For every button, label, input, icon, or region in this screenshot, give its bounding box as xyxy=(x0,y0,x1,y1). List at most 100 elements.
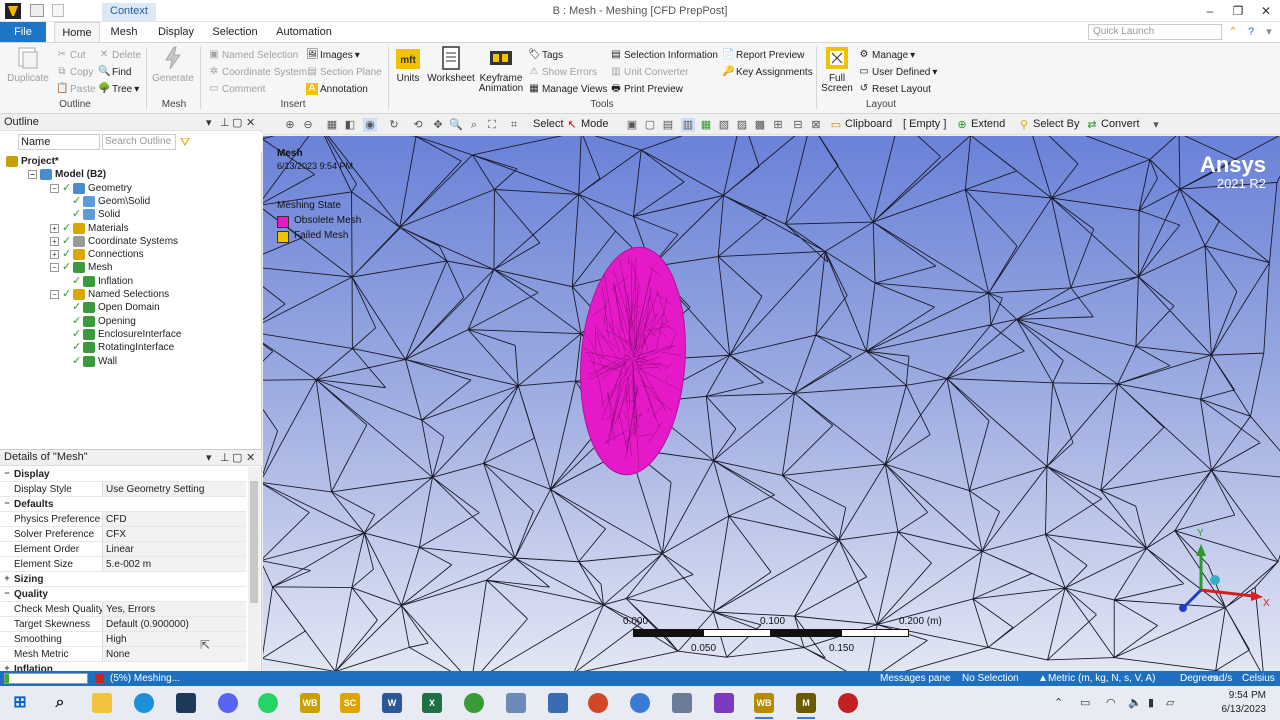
discord-icon[interactable] xyxy=(218,693,238,713)
mode-button[interactable]: Mode xyxy=(581,118,609,130)
meshing-icon[interactable]: M xyxy=(796,693,816,713)
convert-button[interactable]: Convert xyxy=(1101,118,1140,130)
extend-icon[interactable]: ⊕ xyxy=(955,118,969,132)
clipboard-button[interactable]: Clipboard xyxy=(845,118,892,130)
name-filter-select[interactable]: Name xyxy=(18,134,100,150)
expand-toggle-icon[interactable]: + xyxy=(50,223,59,233)
paint-icon[interactable] xyxy=(630,693,650,713)
close-icon[interactable]: ✕ xyxy=(246,116,255,129)
named-selection-button[interactable]: ▣ Named Selection xyxy=(208,49,298,61)
clipboard-icon[interactable]: ▭ xyxy=(829,118,843,132)
paste-button[interactable]: 📋 Paste xyxy=(56,83,96,95)
context-tab[interactable]: Context xyxy=(102,3,156,21)
rads-status[interactable]: rad/s xyxy=(1210,671,1232,686)
zoom-box-icon[interactable]: ⌕ xyxy=(467,118,481,132)
units-status[interactable]: Metric (m, kg, N, s, V, A) xyxy=(1048,671,1155,686)
print-preview-button[interactable]: 🖶 Print Preview xyxy=(610,83,683,95)
tree-item[interactable]: − Model (B2) xyxy=(28,168,106,181)
minimize-button[interactable]: – xyxy=(1196,2,1224,20)
search-icon[interactable]: ⌕ xyxy=(50,693,70,713)
tab-display[interactable]: Display xyxy=(152,22,200,42)
messages-pane-button[interactable]: Messages pane xyxy=(880,671,951,686)
expand-toggle-icon[interactable]: − xyxy=(3,589,11,598)
notification-icon[interactable]: ▭ xyxy=(1080,696,1090,709)
pin-icon[interactable]: ⊥ xyxy=(220,451,230,464)
quick-access-icon[interactable] xyxy=(52,4,64,17)
pin-icon[interactable]: ⊥ xyxy=(220,116,230,129)
manage-button[interactable]: ⚙ Manage ▾ xyxy=(858,49,916,61)
units-button[interactable]: mft Units xyxy=(392,45,424,84)
select-mesh-icon[interactable]: ▨ xyxy=(735,118,749,132)
tree-item[interactable]: ✓ Geom\Solid xyxy=(72,195,150,208)
section-plane-button[interactable]: ▤ Section Plane xyxy=(306,66,381,78)
tree-item[interactable]: + ✓ Coordinate Systems xyxy=(50,235,178,248)
tree-item[interactable]: ✓ Solid xyxy=(72,208,120,221)
zoom-extents-icon[interactable]: ⌗ xyxy=(507,118,521,132)
scrollbar-thumb[interactable] xyxy=(250,481,258,603)
rotate-icon[interactable]: ↻ xyxy=(387,118,401,132)
details-scrollbar[interactable] xyxy=(248,467,260,671)
property-value[interactable]: CFX xyxy=(102,527,246,541)
maximize-icon[interactable]: ▢ xyxy=(232,116,242,129)
tag-select-icon[interactable]: ⊟ xyxy=(791,118,805,132)
rotate-view-icon[interactable]: ⟲ xyxy=(411,118,425,132)
tree-item[interactable]: ✓ RotatingInterface xyxy=(72,341,174,354)
tree-item[interactable]: − ✓ Mesh xyxy=(50,261,112,274)
details-property-row[interactable]: Check Mesh Quality Yes, Errors xyxy=(0,602,246,617)
zoom-fit-icon[interactable]: ⛶ xyxy=(485,118,499,132)
duplicate-button[interactable]: Duplicate xyxy=(6,45,50,84)
stop-icon[interactable] xyxy=(95,674,104,683)
celsius-status[interactable]: Celsius xyxy=(1242,671,1275,686)
pointer-icon[interactable]: ↖ xyxy=(565,118,579,132)
details-property-row[interactable]: Solver Preference CFX xyxy=(0,527,246,542)
graphics-viewport[interactable]: Mesh 6/13/2023 9:54 PM Meshing State Obs… xyxy=(263,136,1280,671)
convert-icon[interactable]: ⇄ xyxy=(1085,118,1099,132)
coordinate-system-button[interactable]: ✲ Coordinate System xyxy=(208,66,307,78)
tab-file[interactable]: File xyxy=(0,22,46,42)
expand-toggle-icon[interactable]: + xyxy=(50,236,59,246)
property-value[interactable]: Yes, Errors xyxy=(102,602,246,616)
report-preview-button[interactable]: 📄 Report Preview xyxy=(722,49,804,61)
battery-icon[interactable]: ▮ xyxy=(1148,696,1154,709)
restore-button[interactable]: ❐ xyxy=(1224,2,1252,20)
expand-toggle-icon[interactable]: − xyxy=(3,499,11,508)
close-icon[interactable]: ✕ xyxy=(246,451,255,464)
user-defined-button[interactable]: ▭ User Defined ▾ xyxy=(858,66,937,78)
details-category[interactable]: + Sizing xyxy=(0,572,246,587)
select-by-button[interactable]: Select By xyxy=(1033,118,1079,130)
named-select-icon[interactable]: ⊠ xyxy=(809,118,823,132)
view-icon[interactable]: ◉ xyxy=(363,118,377,132)
select-element-icon[interactable]: ▦ xyxy=(699,118,713,132)
tags-button[interactable]: 🏷 Tags xyxy=(528,49,563,61)
select-vertex-icon[interactable]: ▣ xyxy=(625,118,639,132)
calendar-icon[interactable] xyxy=(672,693,692,713)
comment-button[interactable]: ▭ Comment xyxy=(208,83,265,95)
find-button[interactable]: 🔍 Find xyxy=(98,66,131,78)
reset-layout-button[interactable]: ↺ Reset Layout xyxy=(858,83,931,95)
maximize-icon[interactable]: ▢ xyxy=(232,451,242,464)
expand-toggle-icon[interactable]: − xyxy=(50,263,59,273)
expand-toggle-icon[interactable]: + xyxy=(50,250,59,260)
wifi-icon[interactable]: ◠ xyxy=(1106,696,1116,709)
images-button[interactable]: 🖼 Images ▾ xyxy=(306,49,360,61)
annotation-button[interactable]: A Annotation xyxy=(306,83,368,95)
select-group-icon[interactable]: ▩ xyxy=(753,118,767,132)
tree-button[interactable]: 🌳 Tree ▾ xyxy=(98,83,139,95)
spaceclaim-icon[interactable]: SC xyxy=(340,693,360,713)
select-all-icon[interactable]: ⊞ xyxy=(771,118,785,132)
select-face-icon[interactable]: ▤ xyxy=(661,118,675,132)
chevron-up-icon[interactable]: ⌃ xyxy=(1226,25,1240,39)
property-value[interactable]: Linear xyxy=(102,542,246,556)
property-value[interactable]: High xyxy=(102,632,246,646)
tree-item[interactable]: ✓ Inflation xyxy=(72,275,133,288)
details-property-row[interactable]: Target Skewness Default (0.900000) xyxy=(0,617,246,632)
file-explorer-icon[interactable] xyxy=(92,693,112,713)
select-node-icon[interactable]: ▧ xyxy=(717,118,731,132)
excel-icon[interactable]: X xyxy=(422,693,442,713)
property-value[interactable]: None xyxy=(102,647,246,661)
steam-icon[interactable] xyxy=(176,693,196,713)
select-by-icon[interactable]: ⚲ xyxy=(1017,118,1031,132)
select-button[interactable]: Select xyxy=(533,118,564,130)
dropdown-icon[interactable]: ▾ xyxy=(206,116,212,129)
tree-item[interactable]: Project* xyxy=(6,155,59,168)
